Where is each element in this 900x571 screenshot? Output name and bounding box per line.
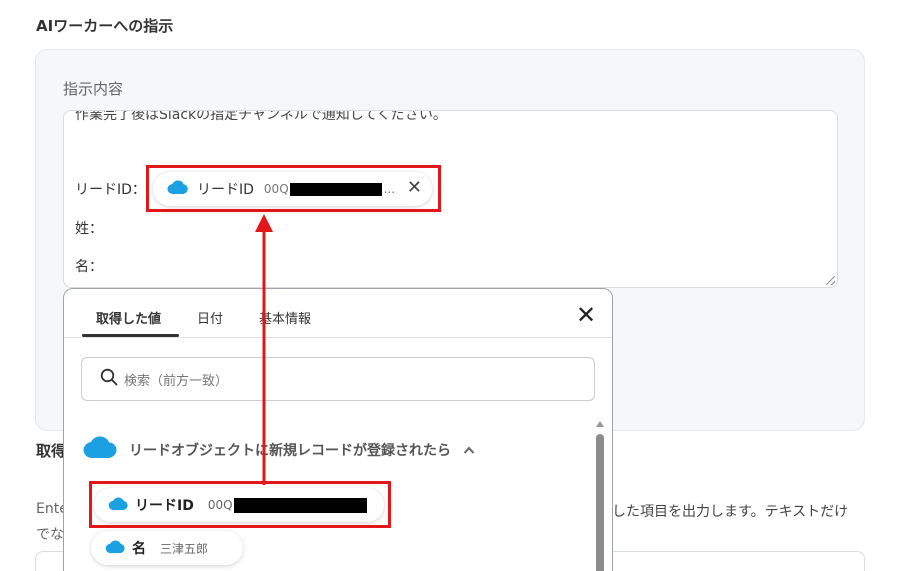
annotation-arrow (255, 214, 273, 485)
